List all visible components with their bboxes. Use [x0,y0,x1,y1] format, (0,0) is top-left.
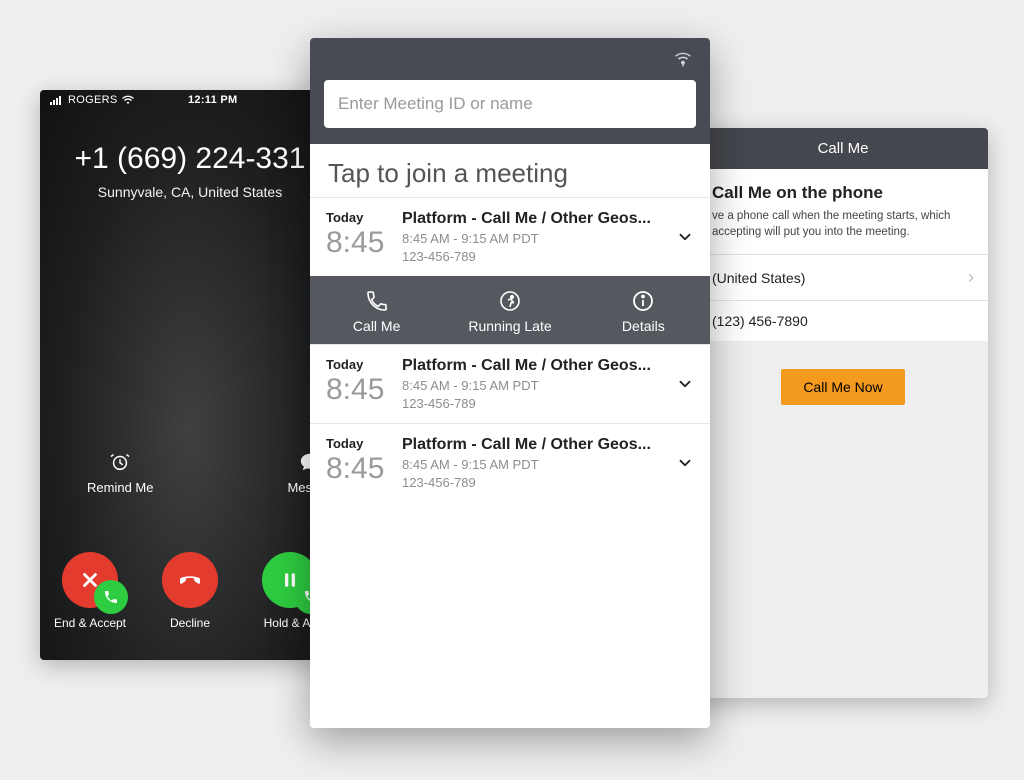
wifi-icon [121,95,135,105]
meeting-id: 123-456-789 [402,249,694,264]
action-call-me[interactable]: Call Me [310,276,443,344]
meeting-time: 8:45 [326,227,402,259]
action-details-label: Details [577,318,710,334]
clock-label: 12:11 PM [188,94,237,106]
action-call-me-label: Call Me [310,318,443,334]
phone-number-value: (123) 456-7890 [712,313,808,329]
meeting-id: 123-456-789 [402,396,694,411]
chevron-right-icon: › [968,267,974,288]
call-me-now-button[interactable]: Call Me Now [781,369,904,405]
meeting-title: Platform - Call Me / Other Geos... [402,436,694,454]
meeting-actions-bar: Call Me Running Late Details [310,276,710,344]
decline-button[interactable]: Decline [145,552,235,630]
call-me-header: Call Me [698,128,988,169]
meeting-time: 8:45 [326,453,402,485]
call-me-description: ve a phone call when the meeting starts,… [698,209,988,254]
meeting-time-range: 8:45 AM - 9:15 AM PDT [402,378,694,393]
caller-number: +1 (669) 224-331 [40,142,340,176]
meeting-search-input[interactable]: Enter Meeting ID or name [324,80,696,128]
meeting-time-range: 8:45 AM - 9:15 AM PDT [402,231,694,246]
call-me-screen: Call Me Call Me on the phone ve a phone … [698,128,988,698]
caller-location: Sunnyvale, CA, United States [40,184,340,200]
meeting-day: Today [326,436,402,451]
decline-label: Decline [145,616,235,630]
meeting-list-screen: Enter Meeting ID or name Tap to join a m… [310,38,710,728]
info-icon [577,288,710,314]
meeting-row[interactable]: Today 8:45 Platform - Call Me / Other Ge… [310,423,710,502]
remind-me-label: Remind Me [87,480,153,495]
end-and-accept-button[interactable]: End & Accept [45,552,135,630]
signal-icon [50,95,64,105]
alarm-icon [108,450,132,474]
status-bar: ROGERS 12:11 PM [40,90,340,110]
meeting-title: Platform - Call Me / Other Geos... [402,357,694,375]
running-icon [443,288,576,314]
meeting-time-range: 8:45 AM - 9:15 AM PDT [402,457,694,472]
meeting-list-heading: Tap to join a meeting [310,144,710,197]
meeting-row[interactable]: Today 8:45 Platform - Call Me / Other Ge… [310,197,710,276]
phone-number-row[interactable]: (123) 456-7890 [698,300,988,341]
meeting-title: Platform - Call Me / Other Geos... [402,210,694,228]
action-running-late[interactable]: Running Late [443,276,576,344]
action-details[interactable]: Details [577,276,710,344]
broadcast-icon [672,48,694,70]
chevron-down-icon[interactable] [676,228,694,246]
call-me-title: Call Me on the phone [698,169,988,209]
phone-outline-icon [310,288,443,314]
country-row[interactable]: (United States) › [698,254,988,300]
end-accept-label: End & Accept [45,616,135,630]
country-value: (United States) [712,270,805,286]
meeting-day: Today [326,357,402,372]
action-running-late-label: Running Late [443,318,576,334]
meeting-id: 123-456-789 [402,475,694,490]
incoming-call-screen: ROGERS 12:11 PM +1 (669) 224-331 Sunnyva… [40,90,340,660]
phone-icon [103,589,119,605]
meeting-time: 8:45 [326,374,402,406]
phone-down-icon [175,565,205,595]
meeting-row[interactable]: Today 8:45 Platform - Call Me / Other Ge… [310,344,710,423]
remind-me-button[interactable]: Remind Me [87,450,153,495]
carrier-label: ROGERS [68,94,117,106]
search-placeholder: Enter Meeting ID or name [338,94,533,113]
chevron-down-icon[interactable] [676,375,694,393]
meeting-day: Today [326,210,402,225]
chevron-down-icon[interactable] [676,454,694,472]
